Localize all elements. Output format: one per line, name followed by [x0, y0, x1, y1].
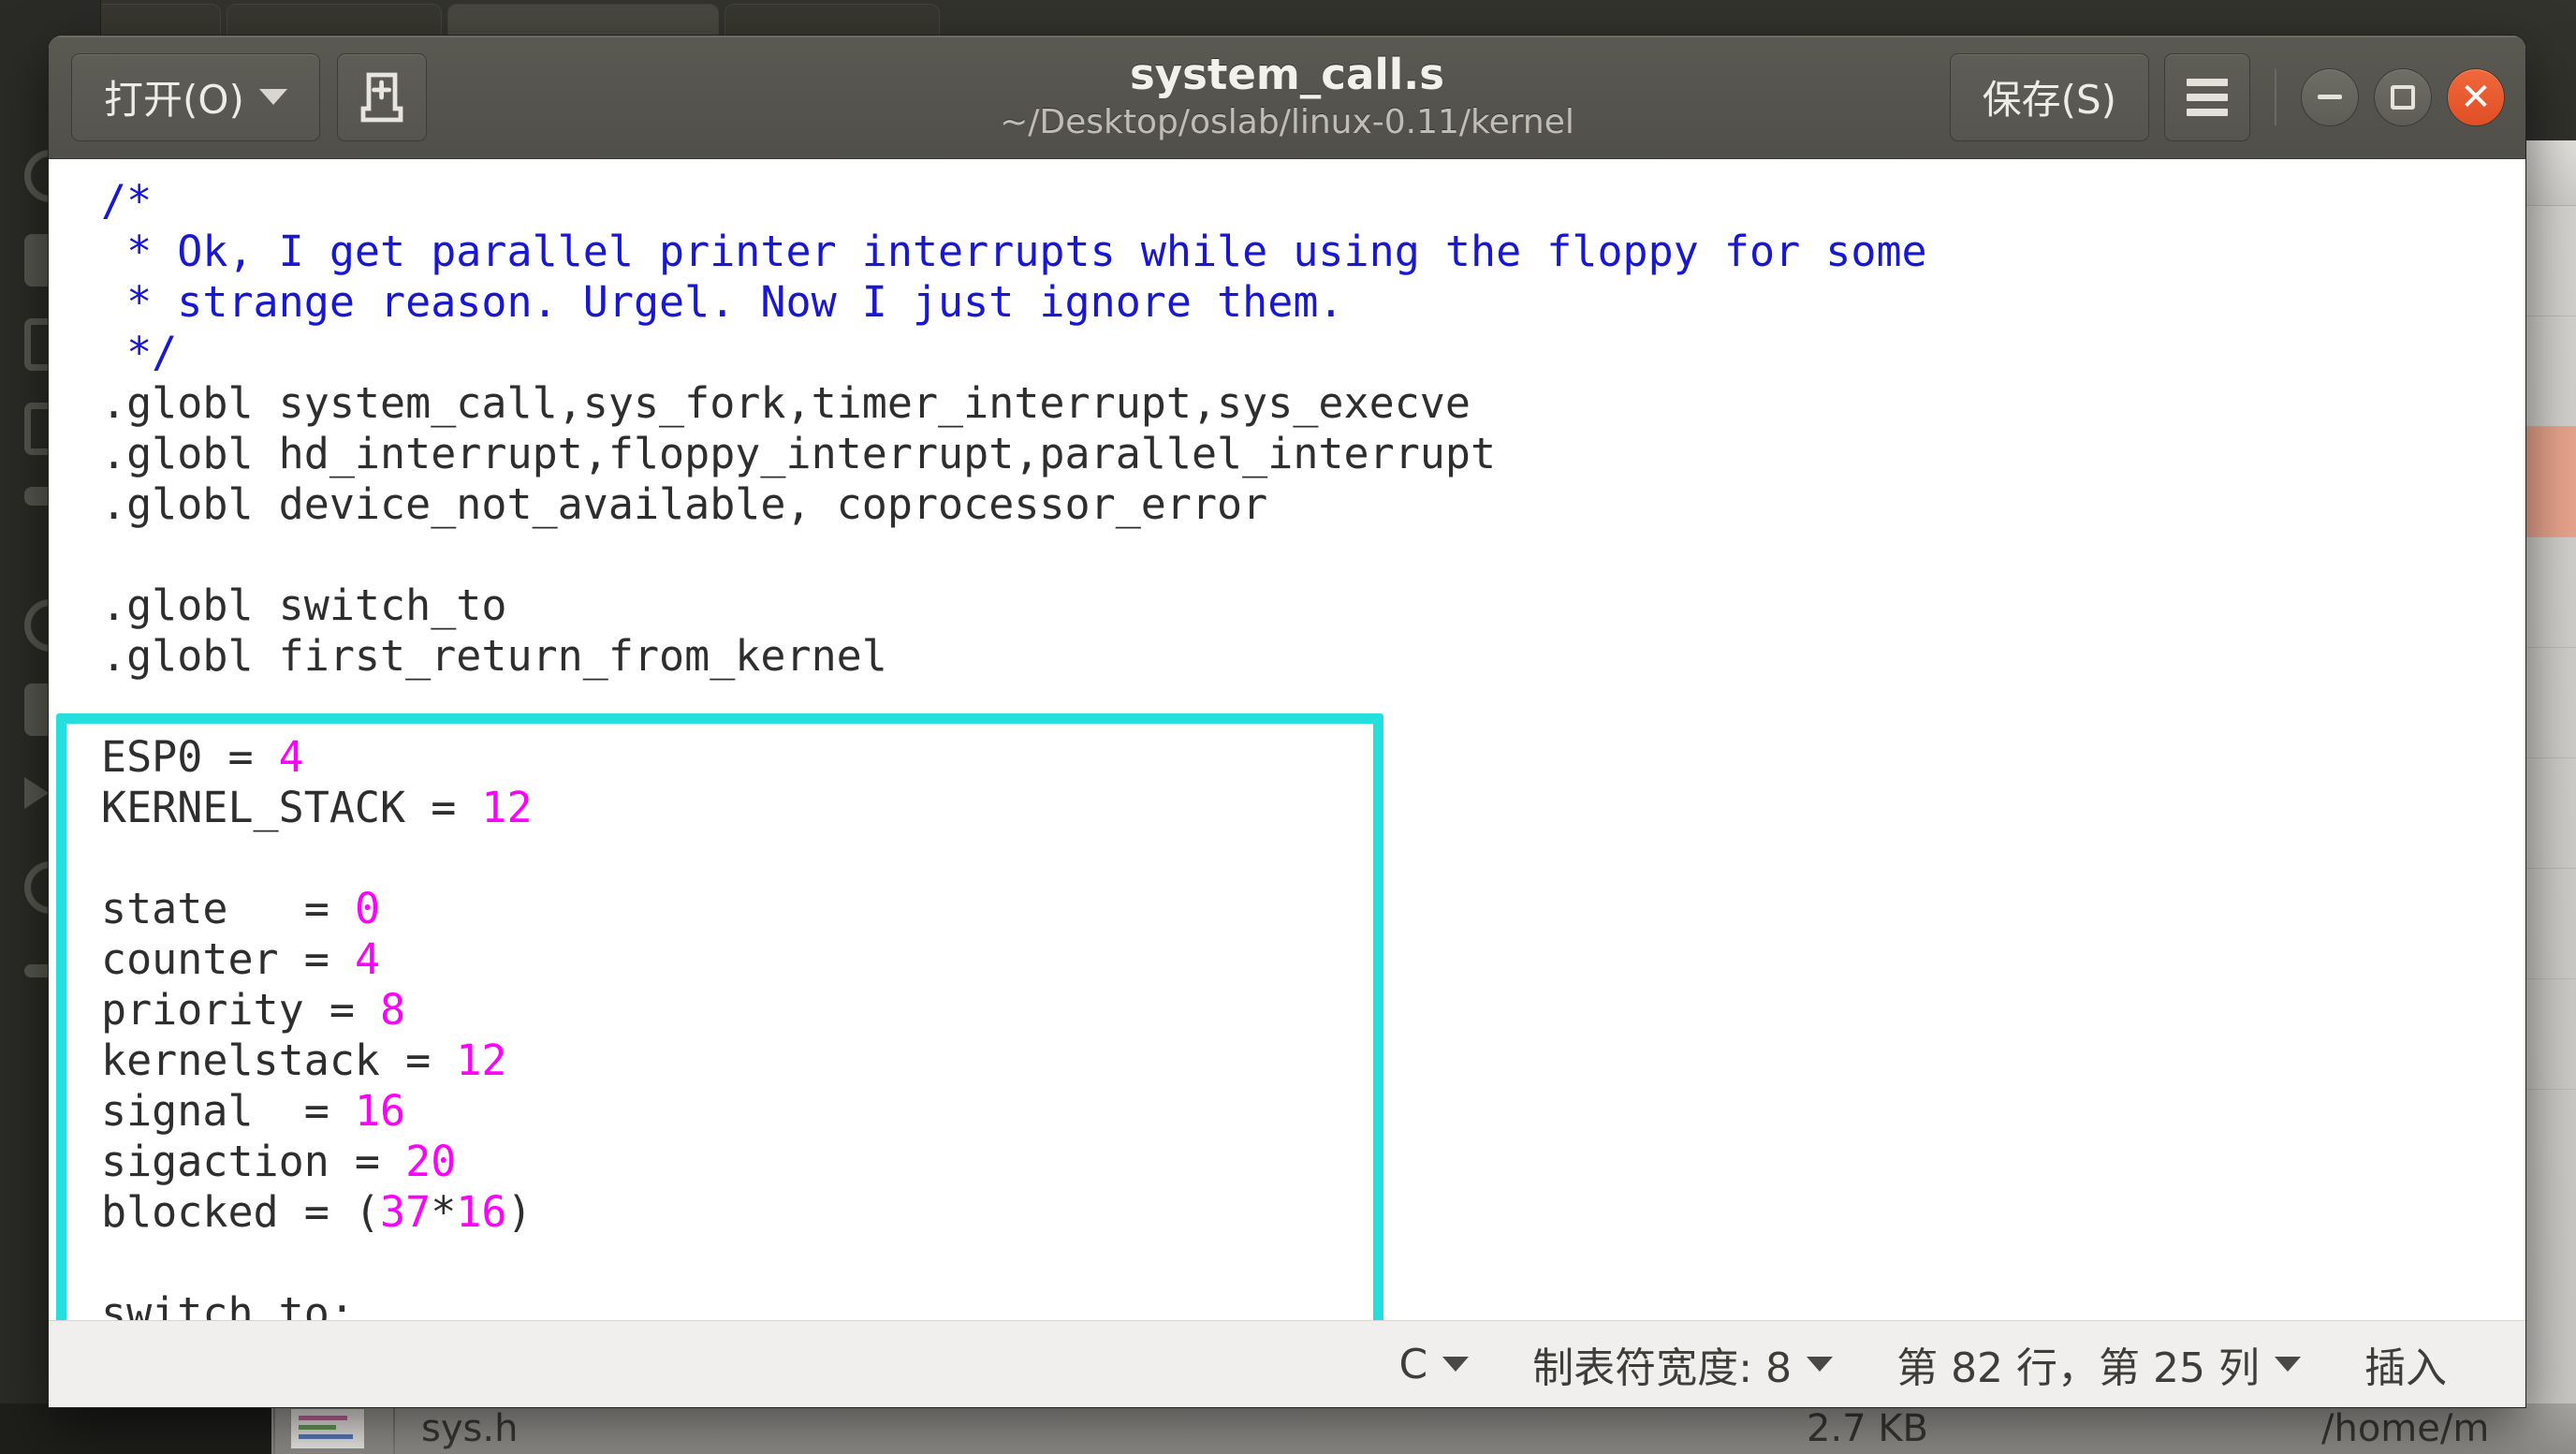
background-file-name: sys.h [421, 1407, 519, 1450]
background-column-separator [393, 1403, 395, 1454]
tab-width-label: 制表符宽度: 8 [1532, 1344, 1793, 1392]
dock-media-icon[interactable] [24, 777, 49, 809]
gedit-window[interactable]: 打开(O) system_call.s ~/Desktop/oslab/linu… [49, 36, 2525, 1407]
close-button[interactable]: ✕ [2447, 67, 2505, 126]
minimize-button[interactable] [2301, 67, 2359, 126]
save-button-label: 保存(S) [1982, 77, 2116, 123]
language-selector[interactable]: C [1368, 1341, 1501, 1388]
window-header-bar[interactable]: 打开(O) system_call.s ~/Desktop/oslab/linu… [49, 36, 2525, 159]
background-file-size: 2.7 KB [1807, 1407, 1928, 1450]
header-divider [2275, 68, 2276, 125]
background-dark-pane [0, 1403, 271, 1454]
maximize-icon [2391, 84, 2415, 110]
chevron-down-icon [258, 89, 287, 105]
text-file-icon [290, 1408, 365, 1449]
page-title: system_call.s [1129, 50, 1445, 100]
minimize-icon [2318, 95, 2342, 99]
cursor-position-label: 第 82 行，第 25 列 [1896, 1344, 2260, 1392]
cursor-position-selector[interactable]: 第 82 行，第 25 列 [1865, 1334, 2333, 1394]
close-icon: ✕ [2460, 75, 2492, 119]
source-code-content[interactable]: /* * Ok, I get parallel printer interrup… [101, 176, 1927, 1320]
save-button[interactable]: 保存(S) [1949, 52, 2149, 141]
main-menu-button[interactable] [2164, 52, 2250, 141]
language-label: C [1398, 1340, 1428, 1388]
status-bar: C 制表符宽度: 8 第 82 行，第 25 列 插入 [49, 1320, 2525, 1407]
save-as-icon [360, 72, 403, 122]
chevron-down-icon [1807, 1357, 1834, 1372]
insert-mode-label: 插入 [2364, 1344, 2447, 1392]
open-file-button[interactable]: 打开(O) [71, 52, 320, 141]
maximize-button[interactable] [2374, 67, 2432, 126]
text-editor-area[interactable]: /* * Ok, I get parallel printer interrup… [49, 159, 2525, 1320]
background-file-path: /home/m [2321, 1407, 2490, 1450]
background-column-separator [273, 1403, 275, 1454]
insert-mode-indicator: 插入 [2333, 1334, 2479, 1394]
window-subtitle-path: ~/Desktop/oslab/linux-0.11/kernel [1000, 102, 1574, 141]
hamburger-menu-icon [2187, 78, 2228, 116]
tab-width-selector[interactable]: 制表符宽度: 8 [1500, 1334, 1865, 1394]
background-file-list-row[interactable]: sys.h 2.7 KB /home/m [0, 1403, 2576, 1454]
chevron-down-icon [1442, 1357, 1470, 1372]
save-as-button[interactable] [336, 52, 427, 141]
chevron-down-icon [2275, 1357, 2301, 1372]
open-button-label: 打开(O) [104, 77, 244, 123]
background-file-icon-cell [290, 1403, 365, 1454]
